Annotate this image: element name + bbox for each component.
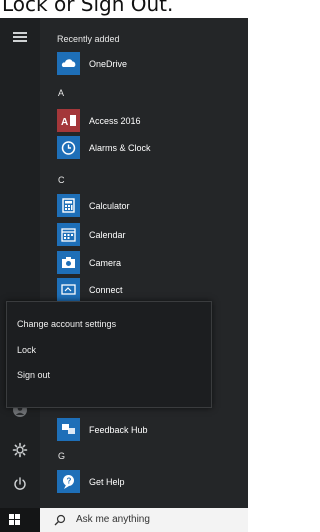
letter-header-c[interactable]: C (58, 175, 65, 185)
lock-item[interactable]: Lock (17, 345, 36, 355)
windows-start-icon[interactable] (9, 514, 21, 526)
search-icon (54, 514, 66, 526)
app-label: Camera (89, 258, 122, 268)
app-label: Calendar (89, 230, 126, 240)
start-menu: Recently added OneDrive A A Access 2016 … (0, 18, 248, 508)
onedrive-icon (57, 52, 80, 75)
help-icon: ? (57, 470, 80, 493)
caption-text-banner: Lock or Sign Out. (0, 0, 248, 18)
app-label: Alarms & Clock (89, 143, 151, 153)
svg-text:?: ? (67, 477, 72, 486)
connect-icon (57, 278, 80, 301)
account-flyout-menu: Change account settings Lock Sign out (6, 301, 212, 408)
app-label: Feedback Hub (89, 425, 148, 435)
settings-gear-icon[interactable] (12, 442, 28, 458)
letter-header-g[interactable]: G (58, 451, 65, 461)
search-box[interactable]: Ask me anything (40, 508, 248, 532)
feedback-icon (57, 418, 80, 441)
start-menu-rail (0, 18, 40, 508)
calendar-icon (57, 223, 80, 246)
caption-text: Lock or Sign Out. (2, 0, 174, 16)
hamburger-menu-icon[interactable] (13, 32, 27, 42)
app-label: Connect (89, 285, 123, 295)
recently-added-header: Recently added (57, 34, 120, 44)
taskbar: Ask me anything (0, 508, 248, 532)
change-account-settings-item[interactable]: Change account settings (17, 319, 116, 329)
app-label: Get Help (89, 477, 125, 487)
sign-out-item[interactable]: Sign out (17, 370, 50, 380)
camera-icon (57, 251, 80, 274)
app-label: Access 2016 (89, 116, 141, 126)
calculator-icon (57, 194, 80, 217)
svg-text:A: A (61, 117, 68, 128)
app-label: Calculator (89, 201, 130, 211)
alarm-clock-icon (57, 136, 80, 159)
access-icon: A (57, 109, 80, 132)
app-label: OneDrive (89, 59, 128, 69)
search-placeholder: Ask me anything (76, 514, 150, 525)
letter-header-a[interactable]: A (58, 88, 64, 98)
power-icon[interactable] (12, 476, 28, 492)
